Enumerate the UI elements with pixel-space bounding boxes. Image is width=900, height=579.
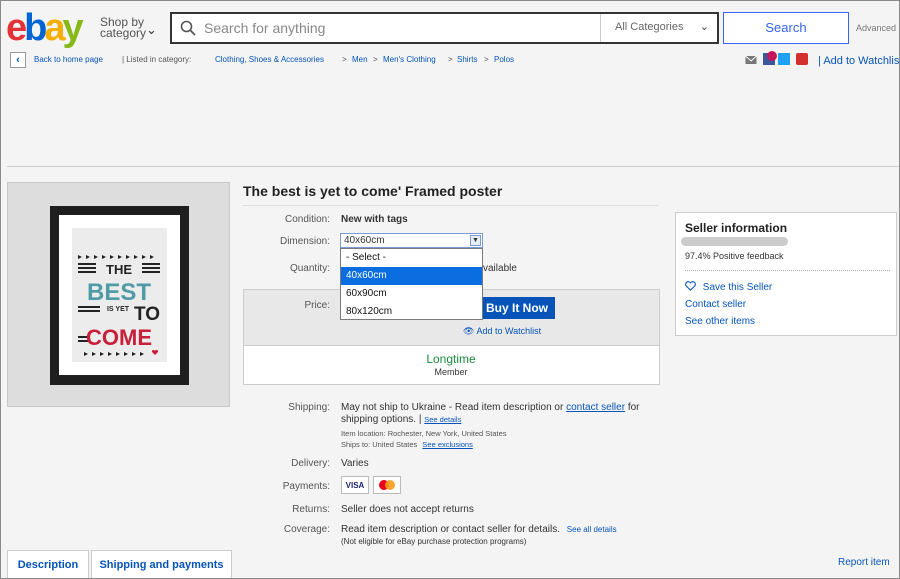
member-label: Member	[434, 367, 468, 377]
ships-to: Ships to: United States See exclusions	[341, 440, 473, 449]
tab-description[interactable]: Description	[7, 550, 89, 579]
divider	[685, 270, 890, 271]
back-to-home-link[interactable]: Back to home page	[34, 55, 103, 64]
tab-shipping-and-payments[interactable]: Shipping and payments	[91, 550, 232, 579]
poster-word-come: COME	[86, 325, 152, 350]
condition-value: New with tags	[341, 214, 408, 225]
breadcrumb-separator: >	[448, 55, 453, 64]
breadcrumb-separator: >	[373, 55, 378, 64]
shipping-text: shipping options. | See details	[341, 414, 462, 425]
back-arrow-icon[interactable]: ‹	[10, 52, 26, 68]
coverage-note: (Not eligible for eBay purchase protecti…	[341, 537, 527, 546]
breadcrumb-item[interactable]: Men's Clothing	[383, 55, 436, 64]
seller-info-panel: Seller information 97.4% Positive feedba…	[675, 212, 897, 336]
breadcrumb-item[interactable]: Shirts	[457, 55, 477, 64]
quantity-label: Quantity:	[289, 263, 330, 274]
seller-name-placeholder[interactable]	[681, 237, 788, 246]
poster-graphic: THE BEST IS YET TO COME	[72, 228, 167, 362]
see-other-items-link[interactable]: See other items	[685, 316, 755, 327]
poster-word-best: BEST	[87, 279, 151, 306]
condition-label: Condition:	[284, 214, 330, 225]
returns-label: Returns:	[292, 504, 330, 515]
add-to-watchlist-link[interactable]: | Add to Watchlist	[818, 55, 900, 67]
search-input[interactable]	[202, 14, 597, 42]
delivery-value: Varies	[341, 458, 369, 469]
poster-art: THE BEST IS YET TO COME	[72, 228, 167, 362]
poster-word-the: THE	[106, 262, 132, 277]
dimension-dropdown-list: - Select - 40x60cm 60x90cm 80x120cm	[340, 248, 483, 320]
search-icon	[180, 20, 196, 36]
product-image[interactable]: THE BEST IS YET TO COME	[7, 182, 230, 407]
see-exclusions-link[interactable]: See exclusions	[422, 440, 472, 449]
delivery-label: Delivery:	[291, 458, 330, 469]
contact-seller-link[interactable]: contact seller	[566, 402, 625, 413]
returns-value: Seller does not accept returns	[341, 504, 474, 515]
coverage-text: Read item description or contact seller …	[341, 524, 617, 535]
visa-icon: VISA	[341, 476, 369, 494]
report-item-link[interactable]: Report item	[838, 557, 890, 568]
dimension-option[interactable]: 60x90cm	[341, 285, 482, 303]
price-label: Price:	[304, 300, 330, 311]
add-to-watchlist-button[interactable]: 👁 Add to Watchlist	[463, 326, 541, 337]
contact-seller-link[interactable]: Contact seller	[685, 299, 746, 310]
seller-feedback: 97.4% Positive feedback	[685, 251, 784, 261]
see-all-details-link[interactable]: See all details	[567, 525, 617, 534]
seller-info-title: Seller information	[685, 221, 788, 235]
breadcrumb-item[interactable]: Men	[352, 55, 368, 64]
heart-icon	[685, 281, 696, 291]
buy-it-now-button[interactable]: Buy It Now	[483, 297, 555, 319]
payments-label: Payments:	[282, 481, 330, 492]
search-bar: All Categories ⌄	[170, 12, 719, 44]
longtime-badge: Longtime	[426, 352, 476, 366]
page-title: The best is yet to come' Framed poster	[243, 183, 503, 199]
notification-badge-icon	[767, 51, 777, 61]
dimension-label: Dimension:	[279, 236, 330, 247]
category-select[interactable]: All Categories ⌄	[600, 14, 717, 42]
eye-icon: 👁	[463, 326, 475, 336]
chevron-down-icon[interactable]: ⌄	[146, 22, 157, 38]
shop-by-category-button[interactable]: Shop by category	[100, 16, 146, 39]
coverage-label: Coverage:	[283, 524, 330, 535]
poster-frame: THE BEST IS YET TO COME	[50, 206, 189, 385]
ebay-logo[interactable]: ebay	[6, 8, 84, 48]
pinterest-icon[interactable]	[796, 53, 808, 65]
chevron-down-icon[interactable]: ▼	[470, 235, 481, 246]
breadcrumb-separator: >	[484, 55, 489, 64]
dimension-option-highlighted[interactable]: 40x60cm	[341, 267, 482, 285]
breadcrumb-item[interactable]: Polos	[494, 55, 514, 64]
breadcrumb-item[interactable]: Clothing, Shoes & Accessories	[215, 55, 324, 64]
divider	[7, 166, 900, 167]
dimension-option[interactable]: 80x120cm	[341, 303, 482, 321]
dimension-option[interactable]: - Select -	[341, 249, 482, 267]
shipping-label: Shipping:	[288, 402, 330, 413]
mastercard-icon	[373, 476, 401, 494]
poster-word-to: TO	[134, 304, 160, 325]
email-icon[interactable]	[745, 53, 757, 65]
save-seller-link[interactable]: Save this Seller	[685, 281, 772, 293]
listed-in-label: | Listed in category:	[122, 55, 192, 64]
chevron-down-icon: ⌄	[699, 21, 709, 33]
item-location: Item location: Rochester, New York, Unit…	[341, 429, 507, 438]
availability-text: vailable	[483, 263, 517, 274]
poster-word-is-yet: IS YET	[107, 306, 130, 313]
search-button[interactable]: Search	[723, 12, 849, 44]
divider	[243, 205, 659, 206]
advanced-search-link[interactable]: Advanced	[856, 23, 896, 33]
shipping-text: May not ship to Ukraine - Read item desc…	[341, 402, 640, 413]
breadcrumb-separator: >	[342, 55, 347, 64]
twitter-icon[interactable]	[778, 53, 790, 65]
see-details-link[interactable]: See details	[424, 415, 461, 424]
dimension-select[interactable]: 40x60cm ▼	[340, 233, 483, 248]
